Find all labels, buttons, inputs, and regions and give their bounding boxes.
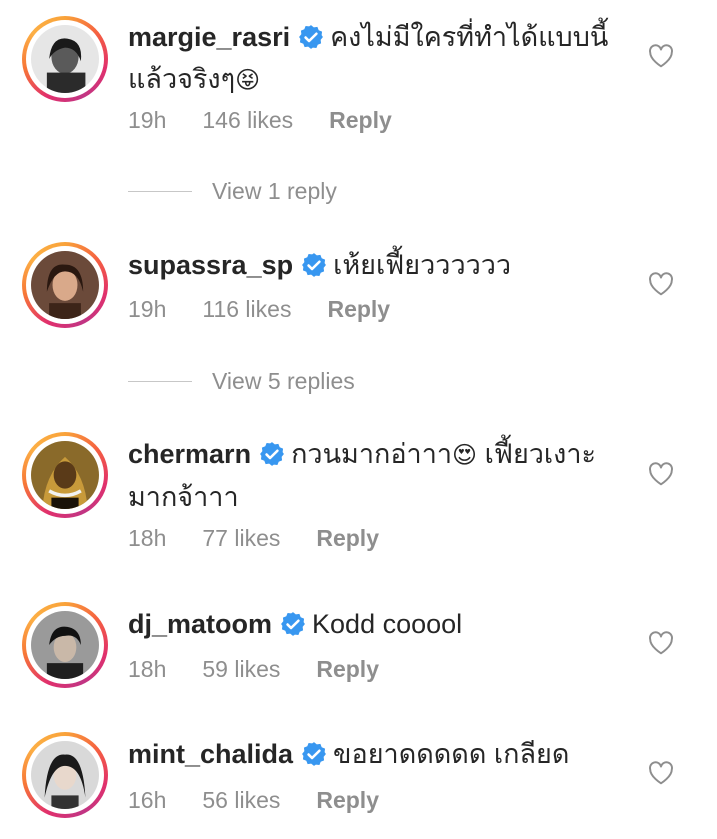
view-replies-button[interactable]: View 5 replies [128, 368, 355, 395]
timestamp: 18h [128, 525, 167, 551]
comment-body-cont: เฟี้ยวเงาะ [484, 439, 596, 469]
comment-text: supassra_sp เห้ยเฟี้ยวววววว [128, 244, 648, 286]
timestamp: 18h [128, 656, 167, 682]
comment-body-line2: แล้วจริงๆ [128, 64, 236, 94]
comment-body: กวนมากอ่าาา [291, 439, 453, 469]
verified-badge-icon [281, 612, 305, 636]
reply-button[interactable]: Reply [316, 787, 379, 813]
like-count[interactable]: 116 likes [202, 296, 291, 322]
avatar[interactable] [22, 242, 108, 328]
divider-line [128, 381, 192, 382]
view-replies-label: View 1 reply [212, 178, 337, 204]
view-replies-label: View 5 replies [212, 368, 355, 394]
comment-text: margie_rasri คงไม่มีใครที่ทำได้แบบนี้ แล้… [128, 16, 648, 101]
comment-meta: 16h 56 likes Reply [128, 787, 415, 814]
avatar[interactable] [22, 732, 108, 818]
comment-text: chermarn กวนมากอ่าาา😍 เฟี้ยวเงาะ มากจ้าาา [128, 433, 648, 518]
reply-button[interactable]: Reply [327, 296, 390, 322]
like-count[interactable]: 146 likes [202, 107, 293, 133]
comment-meta: 18h 77 likes Reply [128, 525, 415, 552]
heart-icon[interactable] [648, 272, 674, 296]
comment-meta: 18h 59 likes Reply [128, 656, 415, 683]
reply-button[interactable]: Reply [329, 107, 392, 133]
timestamp: 16h [128, 787, 167, 813]
comment-body-line2: มากจ้าาา [128, 482, 239, 512]
comment-body: คงไม่มีใครที่ทำได้แบบนี้ [330, 22, 609, 52]
comment-meta: 19h 116 likes Reply [128, 296, 426, 323]
username[interactable]: chermarn [128, 439, 251, 469]
heart-icon[interactable] [648, 462, 674, 486]
verified-badge-icon [299, 25, 324, 49]
username[interactable]: margie_rasri [128, 22, 290, 52]
timestamp: 19h [128, 296, 167, 322]
like-count[interactable]: 56 likes [202, 787, 280, 813]
comment-body: Kodd cooool [312, 609, 463, 639]
avatar[interactable] [22, 16, 108, 102]
verified-badge-icon [260, 442, 284, 466]
timestamp: 19h [128, 107, 167, 133]
reply-button[interactable]: Reply [316, 525, 379, 551]
reply-button[interactable]: Reply [316, 656, 379, 682]
emoji: 😝 [235, 66, 261, 94]
heart-icon[interactable] [648, 44, 674, 68]
like-count[interactable]: 59 likes [202, 656, 280, 682]
divider-line [128, 191, 192, 192]
comment-body: ขอยาดดดดด เกลียด [333, 739, 570, 769]
comment-meta: 19h 146 likes Reply [128, 107, 428, 134]
heart-icon[interactable] [648, 761, 674, 785]
emoji: 😍 [452, 441, 478, 469]
like-count[interactable]: 77 likes [202, 525, 280, 551]
username[interactable]: supassra_sp [128, 250, 293, 280]
comment-text: dj_matoom Kodd cooool [128, 603, 648, 645]
username[interactable]: mint_chalida [128, 739, 293, 769]
username[interactable]: dj_matoom [128, 609, 272, 639]
comment-body: เห้ยเฟี้ยวววววว [333, 250, 512, 280]
heart-icon[interactable] [648, 631, 674, 655]
avatar[interactable] [22, 432, 108, 518]
view-replies-button[interactable]: View 1 reply [128, 178, 337, 205]
comment-text: mint_chalida ขอยาดดดดด เกลียด [128, 733, 648, 775]
avatar[interactable] [22, 602, 108, 688]
verified-badge-icon [302, 742, 326, 766]
verified-badge-icon [302, 253, 327, 277]
